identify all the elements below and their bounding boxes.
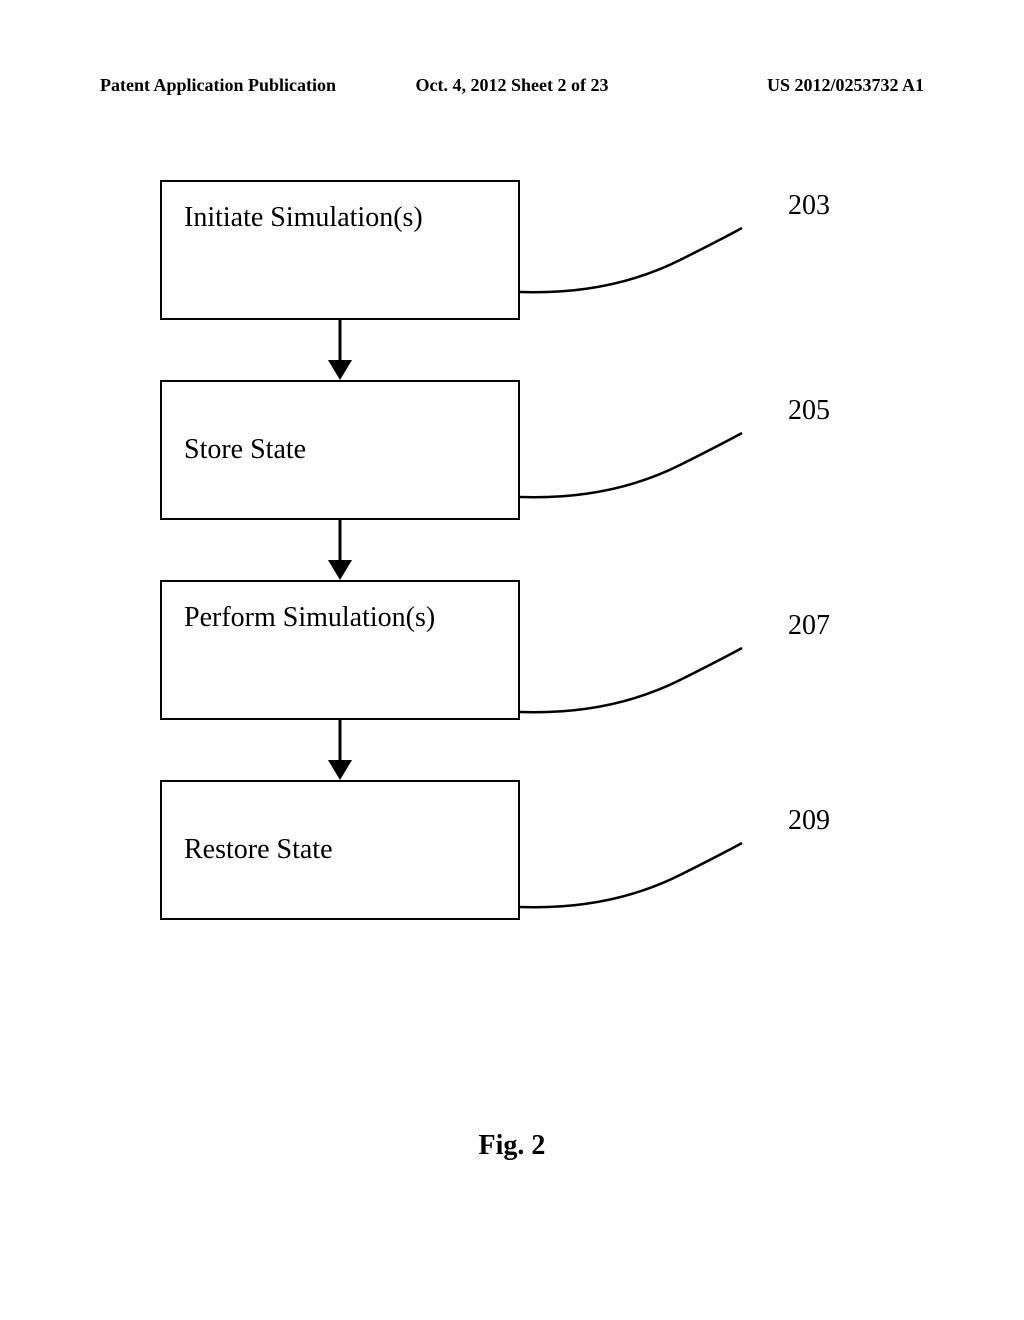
flowchart-box-label: Initiate Simulation(s)	[184, 202, 423, 234]
reference-label-wrapper: 209	[580, 805, 830, 865]
reference-number: 207	[788, 610, 830, 642]
reference-number: 209	[788, 805, 830, 837]
header-patent-number: US 2012/0253732 A1	[649, 75, 924, 96]
flow-arrow	[160, 520, 520, 580]
reference-number: 203	[788, 190, 830, 222]
arrow-head-icon	[328, 560, 352, 580]
flowchart-box-initiate: Initiate Simulation(s)	[160, 180, 520, 320]
flowchart-box-store: Store State	[160, 380, 520, 520]
arrow-line-icon	[339, 320, 342, 365]
arrow-head-icon	[328, 360, 352, 380]
arrow-line-icon	[339, 720, 342, 765]
figure-caption: Fig. 2	[0, 1130, 1024, 1162]
connector-curve-icon	[520, 220, 800, 295]
flowchart-diagram: Initiate Simulation(s) 203 Store State 2…	[160, 180, 860, 920]
page-header: Patent Application Publication Oct. 4, 2…	[0, 75, 1024, 96]
connector-curve-icon	[520, 425, 800, 500]
arrow-line-icon	[339, 520, 342, 565]
reference-label-wrapper: 205	[580, 395, 830, 455]
reference-number: 205	[788, 395, 830, 427]
flow-arrow	[160, 320, 520, 380]
arrow-head-icon	[328, 760, 352, 780]
header-date-sheet: Oct. 4, 2012 Sheet 2 of 23	[375, 75, 650, 96]
flowchart-box-label: Store State	[184, 434, 306, 466]
flowchart-box-restore: Restore State	[160, 780, 520, 920]
flow-arrow	[160, 720, 520, 780]
connector-curve-icon	[520, 640, 800, 715]
flowchart-box-label: Restore State	[184, 834, 333, 866]
header-publication-type: Patent Application Publication	[100, 75, 375, 96]
reference-label-wrapper: 207	[580, 610, 830, 670]
connector-curve-icon	[520, 835, 800, 910]
flowchart-box-perform: Perform Simulation(s)	[160, 580, 520, 720]
reference-label-wrapper: 203	[580, 190, 830, 250]
flowchart-box-label: Perform Simulation(s)	[184, 602, 435, 634]
